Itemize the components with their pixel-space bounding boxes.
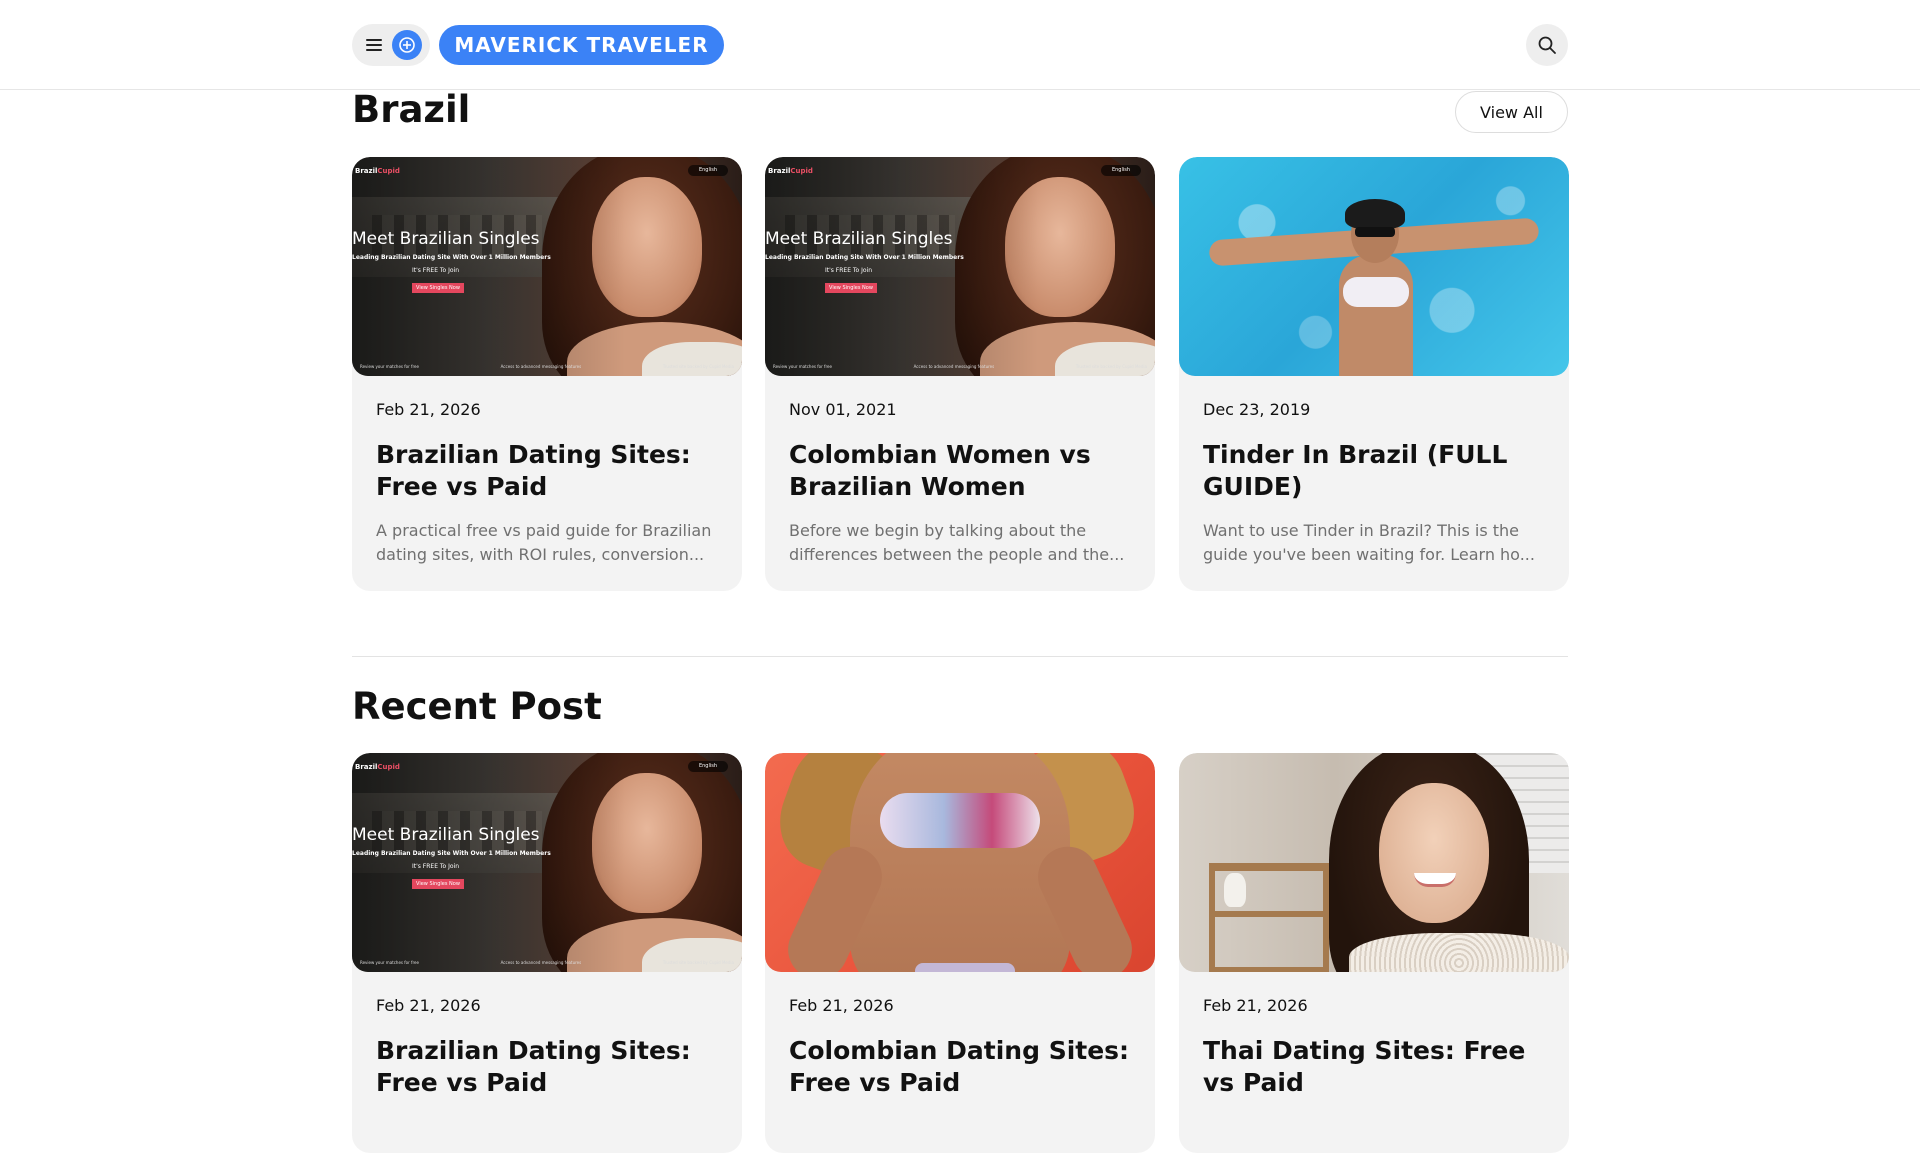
thumb-free: It's FREE To Join	[412, 863, 460, 870]
section-divider	[352, 656, 1568, 657]
section-title-brazil: Brazil	[352, 88, 471, 131]
post-date: Feb 21, 2026	[376, 400, 481, 419]
thumb-cta: View Singles Now	[825, 283, 877, 293]
thumb-headline: Meet Brazilian Singles	[352, 229, 540, 249]
site-header: MAVERICK TRAVELER	[0, 0, 1920, 90]
thumb-lang: English	[688, 761, 728, 772]
view-all-button[interactable]: View All	[1455, 91, 1568, 133]
post-excerpt: Before we begin by talking about the dif…	[789, 521, 1125, 564]
post-thumbnail[interactable]	[1179, 753, 1569, 972]
menu-toggle[interactable]	[352, 24, 430, 66]
post-date: Dec 23, 2019	[1203, 400, 1311, 419]
thumb-sub: Leading Brazilian Dating Site With Over …	[352, 254, 551, 261]
post-thumbnail[interactable]: BrazilCupid English Meet Brazilian Singl…	[765, 157, 1155, 376]
post-title[interactable]: Colombian Dating Sites: Free vs Paid	[789, 1035, 1134, 1099]
search-button[interactable]	[1526, 24, 1568, 66]
plus-circle-icon[interactable]	[392, 30, 422, 60]
post-title[interactable]: Colombian Women vs Brazilian Women	[789, 439, 1134, 503]
thumb-sub: Leading Brazilian Dating Site With Over …	[765, 254, 964, 261]
thumb-cta: View Singles Now	[412, 879, 464, 889]
thumb-cta: View Singles Now	[412, 283, 464, 293]
post-title[interactable]: Brazilian Dating Sites: Free vs Paid	[376, 1035, 721, 1099]
post-card[interactable]: BrazilCupid English Meet Brazilian Singl…	[352, 157, 742, 591]
post-date: Feb 21, 2026	[1203, 996, 1308, 1015]
section-title-recent: Recent Post	[352, 685, 602, 728]
brand-logo[interactable]: MAVERICK TRAVELER	[439, 25, 724, 65]
thumb-headline: Meet Brazilian Singles	[352, 825, 540, 845]
post-thumbnail[interactable]	[1179, 157, 1569, 376]
thumb-free: It's FREE To Join	[412, 267, 460, 274]
post-excerpt: Want to use Tinder in Brazil? This is th…	[1203, 521, 1535, 564]
post-card[interactable]: BrazilCupid English Meet Brazilian Singl…	[765, 157, 1155, 591]
post-card[interactable]: Dec 23, 2019 Tinder In Brazil (FULL GUID…	[1179, 157, 1569, 591]
post-card[interactable]: Feb 21, 2026 Thai Dating Sites: Free vs …	[1179, 753, 1569, 1153]
thumb-sub: Leading Brazilian Dating Site With Over …	[352, 850, 551, 857]
thumb-logo: BrazilCupid	[355, 167, 400, 175]
thumb-logo: BrazilCupid	[355, 763, 400, 771]
post-title[interactable]: Tinder In Brazil (FULL GUIDE)	[1203, 439, 1548, 503]
post-card[interactable]: Feb 21, 2026 Colombian Dating Sites: Fre…	[765, 753, 1155, 1153]
thumb-features: Review your matches for free Access to ad…	[773, 363, 1147, 369]
post-thumbnail[interactable]	[765, 753, 1155, 972]
post-thumbnail[interactable]: BrazilCupid English Meet Brazilian Singl…	[352, 157, 742, 376]
post-excerpt: A practical free vs paid guide for Brazi…	[376, 521, 712, 564]
thumb-free: It's FREE To Join	[825, 267, 873, 274]
menu-icon[interactable]	[366, 39, 382, 51]
post-date: Nov 01, 2021	[789, 400, 897, 419]
thumb-lang: English	[1101, 165, 1141, 176]
post-date: Feb 21, 2026	[376, 996, 481, 1015]
thumb-logo: BrazilCupid	[768, 167, 813, 175]
thumb-lang: English	[688, 165, 728, 176]
post-title[interactable]: Thai Dating Sites: Free vs Paid	[1203, 1035, 1548, 1099]
post-card[interactable]: BrazilCupid English Meet Brazilian Singl…	[352, 753, 742, 1153]
post-date: Feb 21, 2026	[789, 996, 894, 1015]
post-title[interactable]: Brazilian Dating Sites: Free vs Paid	[376, 439, 721, 503]
thumb-headline: Meet Brazilian Singles	[765, 229, 953, 249]
post-thumbnail[interactable]: BrazilCupid English Meet Brazilian Singl…	[352, 753, 742, 972]
thumb-features: Review your matches for free Access to ad…	[360, 959, 734, 965]
search-icon	[1538, 36, 1556, 54]
thumb-features: Review your matches for free Access to ad…	[360, 363, 734, 369]
